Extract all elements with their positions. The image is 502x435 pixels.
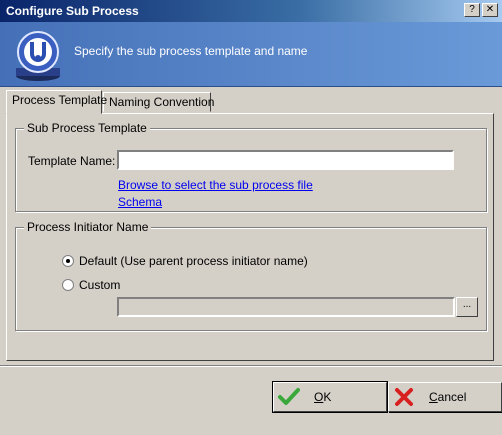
browse-sub-process-link[interactable]: Browse to select the sub process file xyxy=(118,178,313,192)
process-initiator-group: Process Initiator Name Default (Use pare… xyxy=(15,220,487,331)
cancel-button[interactable]: Cancel xyxy=(388,382,502,412)
group-title-sub-process-template: Sub Process Template xyxy=(24,121,150,135)
header-banner: Specify the sub process template and nam… xyxy=(0,22,502,87)
template-name-label: Template Name: xyxy=(28,154,116,168)
cancel-x-icon xyxy=(395,388,413,406)
ok-label: OK xyxy=(314,390,332,404)
window-title: Configure Sub Process xyxy=(6,4,139,18)
footer-separator xyxy=(0,365,502,367)
tab-naming-convention[interactable]: Naming Convention xyxy=(103,92,214,112)
default-initiator-label[interactable]: Default (Use parent process initiator na… xyxy=(79,254,308,268)
close-button[interactable]: ✕ xyxy=(482,3,498,17)
custom-initiator-radio[interactable] xyxy=(62,279,74,291)
tab-process-template[interactable]: Process Template xyxy=(6,90,107,114)
custom-initiator-input[interactable] xyxy=(117,297,455,317)
cancel-label: Cancel xyxy=(429,390,467,404)
ok-button[interactable]: OK xyxy=(272,381,388,413)
custom-initiator-browse-button[interactable]: ... xyxy=(456,297,478,317)
template-name-input[interactable] xyxy=(117,150,454,170)
sub-process-template-group: Sub Process Template Template Name: Brow… xyxy=(15,121,487,212)
title-bar[interactable]: Configure Sub Process ? ✕ xyxy=(0,0,502,22)
process-template-panel: Sub Process Template Template Name: Brow… xyxy=(6,113,494,361)
custom-initiator-label[interactable]: Custom xyxy=(79,278,120,292)
banner-text: Specify the sub process template and nam… xyxy=(74,44,308,58)
help-button[interactable]: ? xyxy=(464,3,480,17)
group-title-process-initiator: Process Initiator Name xyxy=(24,220,152,234)
process-globe-icon xyxy=(16,31,60,81)
check-icon xyxy=(278,388,300,405)
default-initiator-radio[interactable] xyxy=(62,255,74,267)
schema-link[interactable]: Schema xyxy=(118,195,162,209)
